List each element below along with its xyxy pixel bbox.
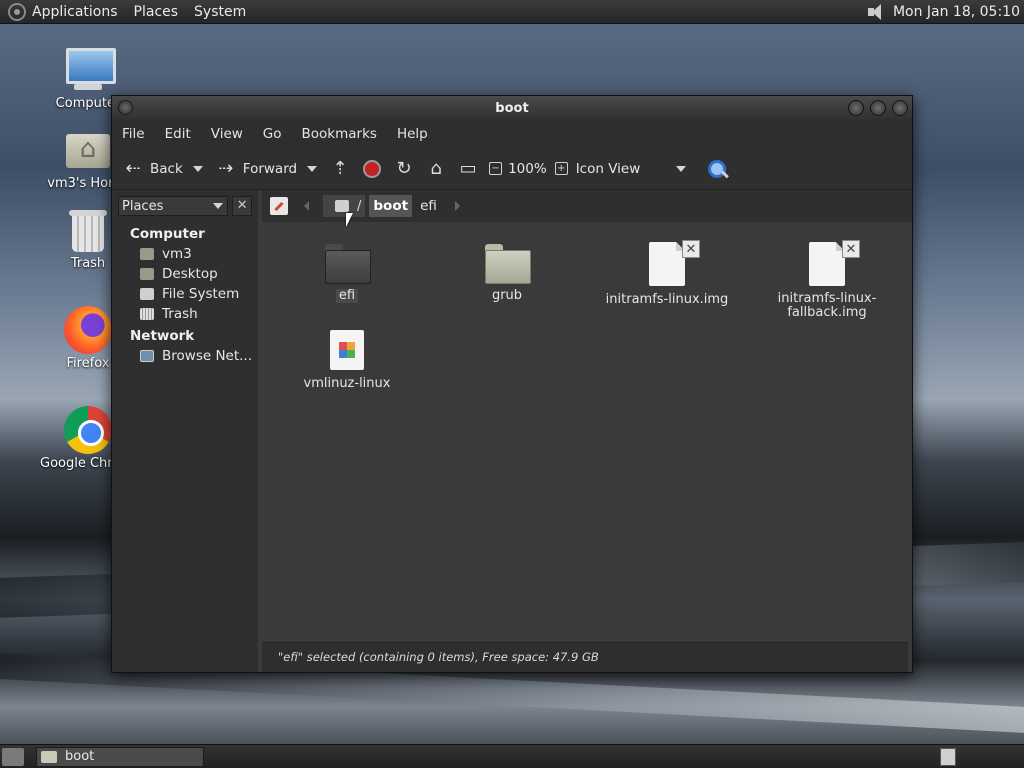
- file-label: initramfs-linux-fallback.img: [777, 291, 877, 320]
- reload-icon[interactable]: ↻: [393, 158, 415, 180]
- sidebar-close-button[interactable]: ✕: [232, 196, 252, 216]
- forward-history-dropdown-icon[interactable]: [307, 165, 318, 172]
- trash-icon: [140, 308, 154, 320]
- zoom-level: 100%: [508, 160, 547, 177]
- places-menu[interactable]: Places: [134, 4, 179, 20]
- up-arrow-icon[interactable]: ⇡: [329, 158, 351, 180]
- sidebar-type-select[interactable]: Places: [118, 196, 229, 216]
- menu-go[interactable]: Go: [263, 126, 282, 142]
- path-crumb-efi[interactable]: efi: [416, 195, 441, 217]
- mouse-cursor-icon: [346, 213, 353, 227]
- menu-file[interactable]: File: [122, 126, 145, 142]
- computer-icon: [64, 46, 116, 94]
- drive-icon: [140, 288, 154, 300]
- path-scroll-left-icon[interactable]: [304, 201, 309, 211]
- window-title: boot: [495, 100, 529, 116]
- sidebar-item-filesystem[interactable]: File System: [112, 284, 258, 304]
- search-icon[interactable]: [706, 158, 728, 180]
- back-arrow-icon[interactable]: ⇠: [122, 158, 144, 180]
- window-menu-button[interactable]: [118, 100, 133, 115]
- home-folder-icon: [140, 248, 154, 260]
- sidebar: Places ✕ Computer vm3 Desktop File Syste…: [112, 190, 262, 672]
- edit-location-icon[interactable]: [270, 197, 288, 215]
- document-icon: [649, 242, 685, 286]
- document-icon: [809, 242, 845, 286]
- path-crumb-root[interactable]: /: [323, 195, 366, 217]
- view-mode-select[interactable]: Icon View: [576, 161, 641, 177]
- menu-help[interactable]: Help: [397, 126, 428, 142]
- bottom-panel: boot: [0, 744, 1024, 768]
- file-grid: efi grub ✕ initramfs-linux.img ✕ initram…: [262, 222, 908, 642]
- stop-icon[interactable]: [363, 159, 382, 178]
- distro-logo-icon[interactable]: [8, 2, 26, 21]
- zoom-out-icon[interactable]: −: [489, 162, 503, 175]
- status-bar: "efi" selected (containing 0 items), Fre…: [262, 642, 908, 672]
- system-menu[interactable]: System: [194, 4, 246, 20]
- maximize-button[interactable]: [870, 100, 886, 116]
- path-scroll-right-icon[interactable]: [454, 201, 460, 211]
- applications-menu[interactable]: Applications: [32, 4, 118, 20]
- back-history-dropdown-icon[interactable]: [192, 165, 203, 172]
- toolbar: ⇠ Back ⇢ Forward ⇡ ↻ ⌂ ▭ − 100% + Icon V…: [112, 148, 912, 190]
- pathbar: / boot efi: [262, 190, 912, 222]
- menu-view[interactable]: View: [211, 126, 243, 142]
- minimize-button[interactable]: [848, 100, 864, 116]
- network-icon: [140, 350, 154, 362]
- file-label: efi: [335, 289, 359, 303]
- home-icon[interactable]: ⌂: [425, 158, 447, 180]
- top-panel: Applications Places System Mon Jan 18, 0…: [0, 0, 1024, 24]
- sidebar-heading-computer: Computer: [130, 226, 205, 242]
- workspace-switcher[interactable]: [940, 747, 956, 766]
- firefox-icon: [64, 306, 112, 354]
- unreadable-emblem-icon: ✕: [842, 240, 860, 258]
- folder-icon: [485, 244, 531, 284]
- file-item-efi[interactable]: efi: [272, 244, 422, 303]
- folder-icon: [41, 750, 57, 763]
- file-item-grub[interactable]: grub: [432, 244, 582, 303]
- file-label: vmlinuz-linux: [303, 376, 391, 391]
- titlebar[interactable]: boot: [112, 96, 912, 120]
- file-manager-window: boot File Edit View Go Bookmarks Help ⇠ …: [111, 95, 913, 673]
- file-item-initramfs-fallback[interactable]: ✕ initramfs-linux-fallback.img: [752, 240, 902, 320]
- sidebar-item-browse-network[interactable]: Browse Net...: [112, 346, 258, 366]
- view-mode-dropdown-icon[interactable]: [676, 165, 687, 172]
- unreadable-emblem-icon: ✕: [682, 240, 700, 258]
- forward-button[interactable]: Forward: [243, 161, 297, 177]
- forward-arrow-icon[interactable]: ⇢: [215, 158, 237, 180]
- menu-edit[interactable]: Edit: [165, 126, 191, 142]
- file-item-vmlinuz[interactable]: vmlinuz-linux: [272, 330, 422, 391]
- sidebar-item-vm3[interactable]: vm3: [112, 244, 258, 264]
- file-label: initramfs-linux.img: [605, 292, 729, 307]
- show-desktop-icon[interactable]: [2, 747, 24, 766]
- folder-icon: [325, 244, 371, 284]
- clock[interactable]: Mon Jan 18, 05:10: [893, 4, 1020, 20]
- menubar: File Edit View Go Bookmarks Help: [112, 120, 912, 148]
- back-button[interactable]: Back: [150, 161, 183, 177]
- volume-icon[interactable]: [865, 2, 887, 22]
- trash-icon: [64, 206, 112, 254]
- zoom-in-icon[interactable]: +: [554, 162, 568, 175]
- desktop-folder-icon: [140, 268, 154, 280]
- drive-icon: [335, 200, 349, 212]
- close-button[interactable]: [892, 100, 908, 116]
- file-item-initramfs[interactable]: ✕ initramfs-linux.img: [592, 240, 742, 307]
- home-folder-icon: [64, 126, 112, 174]
- chevron-down-icon: [213, 203, 224, 209]
- executable-icon: [330, 330, 364, 370]
- sidebar-item-trash[interactable]: Trash: [112, 304, 258, 324]
- menu-bookmarks[interactable]: Bookmarks: [302, 126, 377, 142]
- file-label: grub: [491, 288, 523, 303]
- sidebar-item-desktop[interactable]: Desktop: [112, 264, 258, 284]
- chrome-icon: [64, 406, 112, 454]
- taskbar-window-button[interactable]: boot: [36, 746, 204, 767]
- computer-icon[interactable]: ▭: [457, 158, 479, 180]
- file-view[interactable]: / boot efi efi grub ✕ initramfs-linux.im…: [262, 190, 912, 672]
- path-crumb-boot[interactable]: boot: [369, 195, 413, 217]
- sidebar-heading-network: Network: [130, 328, 195, 344]
